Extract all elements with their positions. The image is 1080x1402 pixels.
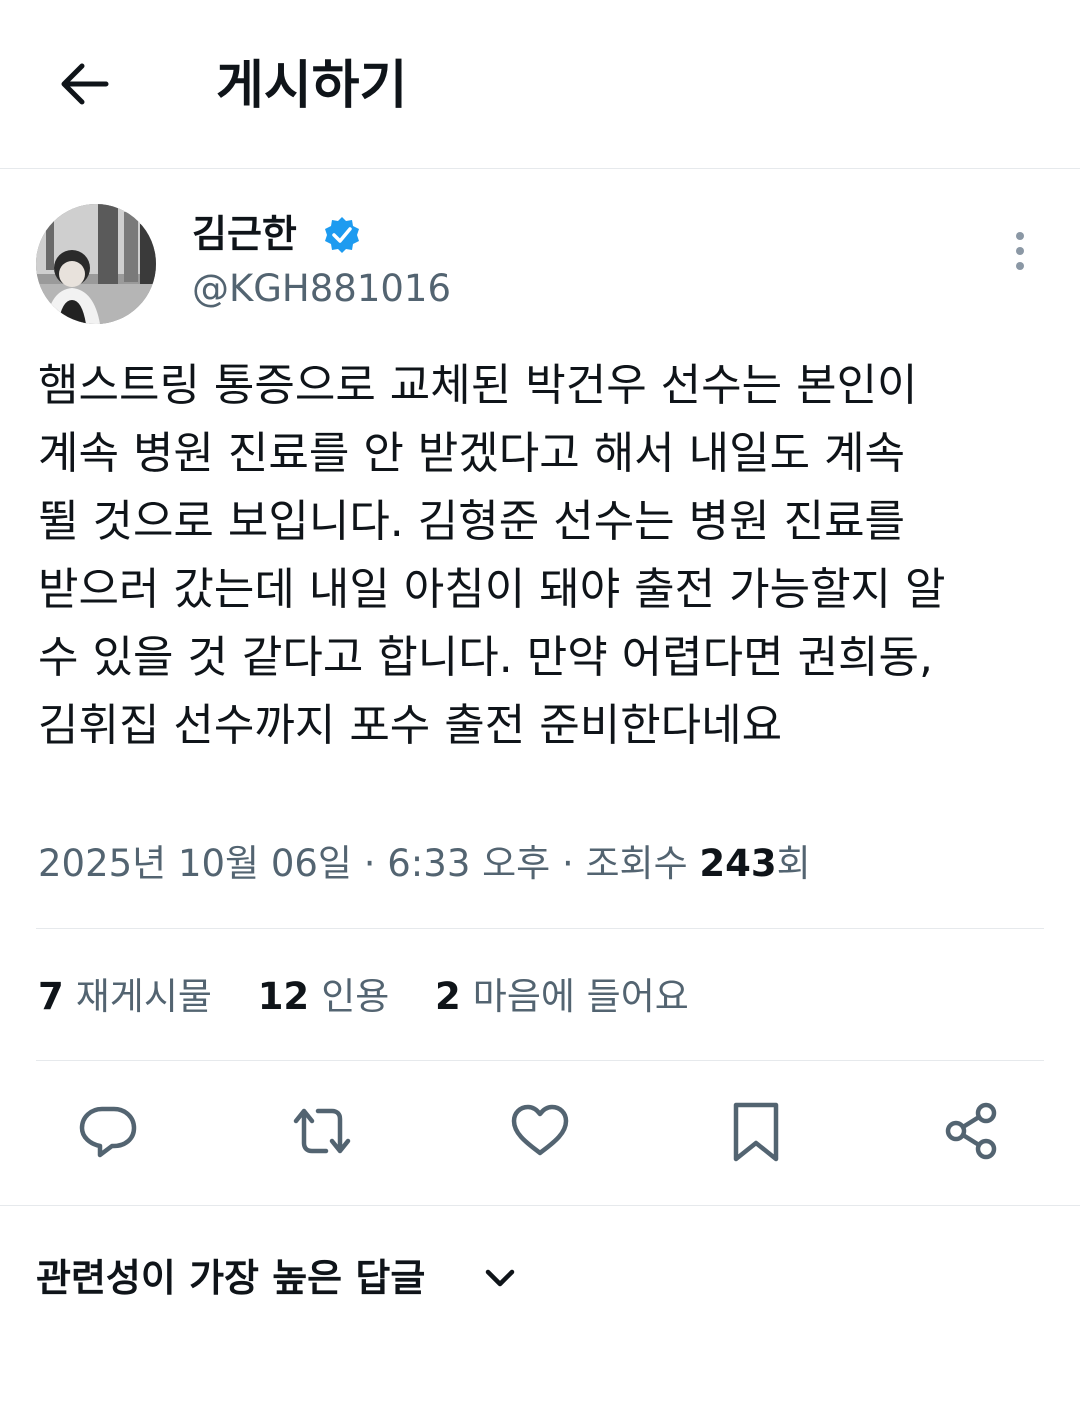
author-handle[interactable]: @KGH881016	[192, 266, 451, 312]
page-title: 게시하기	[216, 56, 408, 116]
engagement-stats: 7 재게시물 12 인용 2 마음에 들어요	[38, 970, 723, 1024]
author-name[interactable]: 김근한	[192, 206, 297, 262]
meta-separator: ·	[561, 842, 574, 885]
verified-badge-icon	[322, 215, 362, 255]
repost-icon[interactable]	[290, 1099, 354, 1163]
post-line: 뛸 것으로 보입니다. 김형준 선수는 병원 진료를	[38, 496, 906, 547]
post-meta: 2025년 10월 06일 · 6:33 오후 · 조회수 243회	[38, 836, 811, 892]
likes-stat[interactable]: 2 마음에 들어요	[435, 970, 689, 1024]
chevron-down-icon[interactable]	[480, 1258, 520, 1298]
back-arrow-icon[interactable]	[52, 52, 116, 116]
post-time: 6:33 오후	[387, 842, 551, 885]
reply-icon[interactable]	[76, 1099, 140, 1163]
heart-icon[interactable]	[508, 1099, 572, 1163]
more-options-icon[interactable]	[1000, 226, 1040, 276]
reposts-label: 재게시물	[75, 975, 212, 1018]
likes-label: 마음에 들어요	[472, 975, 689, 1018]
avatar[interactable]	[36, 204, 156, 324]
divider	[36, 1060, 1044, 1061]
post-line: 받으러 갔는데 내일 아침이 돼야 출전 가능할지 알	[38, 564, 946, 615]
views-suffix: 회	[776, 842, 811, 885]
quotes-stat[interactable]: 12 인용	[258, 970, 390, 1024]
top-bar: 게시하기	[0, 0, 1080, 169]
bookmark-icon[interactable]	[724, 1099, 788, 1163]
post-line: 김휘집 선수까지 포수 출전 준비한다네요	[38, 700, 783, 751]
meta-separator: ·	[363, 842, 376, 885]
divider	[0, 1205, 1080, 1206]
post-line: 계속 병원 진료를 안 받겠다고 해서 내일도 계속	[38, 428, 906, 479]
quotes-label: 인용	[321, 975, 390, 1018]
post-line: 햄스트링 통증으로 교체된 박건우 선수는 본인이	[38, 360, 918, 411]
quotes-count: 12	[257, 975, 310, 1018]
views-number: 243	[699, 842, 777, 885]
post-text: 햄스트링 통증으로 교체된 박건우 선수는 본인이 계속 병원 진료를 안 받겠…	[38, 352, 1048, 760]
reposts-count: 7	[38, 975, 64, 1018]
share-icon[interactable]	[940, 1099, 1004, 1163]
views-count: 243	[699, 842, 776, 885]
replies-sort-dropdown[interactable]: 관련성이 가장 높은 답글	[36, 1250, 425, 1306]
post-date: 2025년 10월 06일	[38, 842, 352, 885]
action-bar	[0, 1095, 1080, 1175]
likes-count: 2	[435, 975, 461, 1018]
post-line: 수 있을 것 같다고 합니다. 만약 어렵다면 권희동,	[38, 632, 933, 683]
reposts-stat[interactable]: 7 재게시물	[38, 970, 212, 1024]
divider	[36, 928, 1044, 929]
views-label: 조회수	[585, 842, 688, 885]
